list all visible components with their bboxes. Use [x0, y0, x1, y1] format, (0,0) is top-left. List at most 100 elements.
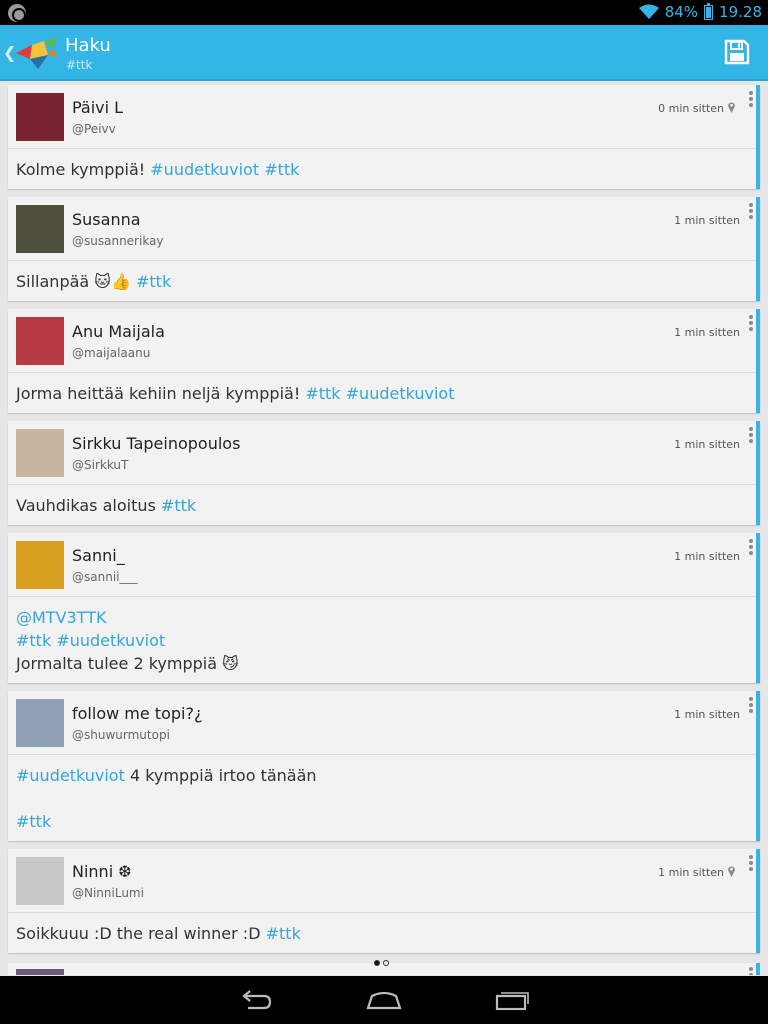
tweet-text: @MTV3TTK #ttk #uudetkuviot Jormalta tulee … — [8, 597, 756, 683]
tweet-timestamp: 1 min sitten — [674, 708, 740, 721]
overflow-menu-icon[interactable] — [748, 91, 754, 111]
hashtag-link[interactable]: #ttk — [305, 384, 340, 403]
avatar[interactable] — [16, 541, 64, 589]
tweet-text-segment: Soikkuuu :D the real winner :D — [16, 924, 266, 943]
overflow-menu-icon[interactable] — [748, 539, 754, 559]
home-icon[interactable] — [366, 988, 402, 1012]
tweet-author-handle[interactable]: @maijalaanu — [72, 346, 150, 360]
tweet-header: Ninni ❆ @NinniLumi 1 min sitten — [8, 849, 756, 913]
overflow-menu-icon[interactable] — [748, 427, 754, 447]
hashtag-link[interactable]: #uudetkuviot — [150, 160, 259, 179]
tweet-author-name[interactable]: Päivi L — [72, 98, 123, 117]
location-pin-icon — [728, 102, 735, 113]
tweet-timestamp: 1 min sitten — [674, 214, 740, 227]
tweet-timestamp: 1 min sitten — [674, 326, 740, 339]
tweet-card[interactable]: Päivi L @Peivv 0 min sitten Kolme kymppiä! … — [8, 85, 760, 189]
overflow-menu-icon[interactable] — [748, 697, 754, 717]
hashtag-link[interactable]: @MTV3TTK — [16, 608, 106, 627]
avatar — [16, 969, 64, 975]
tweet-text: #uudetkuviot 4 kymppiä irtoo tänään #ttk — [8, 755, 756, 841]
tweet-line: @MTV3TTK — [16, 606, 748, 629]
page-title: Haku — [65, 35, 111, 56]
tweet-line: #uudetkuviot 4 kymppiä irtoo tänään — [16, 764, 748, 787]
tweet-text-segment: Jorma heittää kehiin neljä kymppiä! — [16, 384, 306, 403]
battery-percent: 84% — [664, 3, 699, 21]
hashtag-link[interactable]: #ttk — [16, 631, 51, 650]
tweet-line: Soikkuuu :D the real winner :D #ttk — [16, 922, 748, 945]
tweet-line: #ttk #uudetkuviot — [16, 629, 748, 652]
overflow-menu-icon[interactable] — [748, 315, 754, 335]
avatar[interactable] — [16, 429, 64, 477]
action-bar: ❮ Haku #ttk — [0, 25, 768, 81]
save-icon[interactable] — [724, 39, 750, 65]
tweet-text-segment: Sillanpää 🐱👍 — [16, 272, 136, 291]
tweet-author-handle[interactable]: @SirkkuT — [72, 458, 128, 472]
tweet-text-segment: Vauhdikas aloitus — [16, 496, 161, 515]
tweet-timestamp: 1 min sitten — [674, 438, 740, 451]
tweet-card[interactable]: follow me topi?¿ @shuwurmutopi 1 min sitte… — [8, 691, 760, 841]
tweet-author-name[interactable]: Susanna — [72, 210, 141, 229]
avatar[interactable] — [16, 699, 64, 747]
hashtag-link[interactable]: #uudetkuviot — [56, 631, 165, 650]
tweet-card[interactable]: Susanna @susannerikay 1 min sitten Sillanpä… — [8, 197, 760, 301]
tweet-author-handle[interactable]: @susannerikay — [72, 234, 164, 248]
recent-apps-icon[interactable] — [494, 988, 530, 1012]
tweet-text: Kolme kymppiä! #uudetkuviot #ttk — [8, 149, 756, 189]
tweet-header: Sirkku Tapeinopoulos @SirkkuT 1 min sitten — [8, 421, 756, 485]
overflow-menu-icon[interactable] — [748, 855, 754, 875]
tweet-text: Vauhdikas aloitus #ttk — [8, 485, 756, 525]
overflow-menu-icon[interactable] — [748, 203, 754, 223]
tweet-timestamp: 1 min sitten — [674, 550, 740, 563]
hashtag-link[interactable]: #ttk — [264, 160, 299, 179]
tweet-header: Anu Maijala @maijalaanu 1 min sitten — [8, 309, 756, 373]
wifi-icon — [638, 4, 659, 19]
tweet-author-handle[interactable]: @Peivv — [72, 122, 116, 136]
tweet-text: Jorma heittää kehiin neljä kymppiä! #ttk… — [8, 373, 756, 413]
hashtag-link[interactable]: #ttk — [136, 272, 171, 291]
hashtag-link[interactable]: #uudetkuviot — [16, 766, 125, 785]
tweet-author-name[interactable]: Sirkku Tapeinopoulos — [72, 434, 240, 453]
tweet-card[interactable]: Sirkku Tapeinopoulos @SirkkuT 1 min sitten… — [8, 421, 760, 525]
tweet-text-segment: 4 kymppiä irtoo tänään — [124, 766, 317, 785]
tweet-card[interactable]: Anu Maijala @maijalaanu 1 min sitten Jorma … — [8, 309, 760, 413]
hashtag-link[interactable]: #ttk — [161, 496, 196, 515]
app-logo-bird-icon[interactable] — [14, 35, 60, 71]
status-bar: 84% 19.28 — [0, 0, 768, 25]
tweet-header: follow me topi?¿ @shuwurmutopi 1 min sitte… — [8, 691, 756, 755]
page-subtitle: #ttk — [66, 58, 93, 72]
tweet-line: Kolme kymppiä! #uudetkuviot #ttk — [16, 158, 748, 181]
hashtag-link[interactable]: #ttk — [266, 924, 301, 943]
tweet-line: Sillanpää 🐱👍 #ttk — [16, 270, 748, 293]
tweet-author-name[interactable]: follow me topi?¿ — [72, 704, 202, 723]
tweet-line: Jorma heittää kehiin neljä kymppiä! #ttk… — [16, 382, 748, 405]
tweet-header: Päivi L @Peivv 0 min sitten — [8, 85, 756, 149]
avatar[interactable] — [16, 317, 64, 365]
status-right: 84% 19.28 — [638, 2, 762, 21]
tweet-author-handle[interactable]: @NinniLumi — [72, 886, 144, 900]
tweet-text-segment: Jormalta tulee 2 kymppiä 😼 — [16, 654, 239, 673]
tweet-timestamp: 1 min sitten — [658, 866, 724, 879]
battery-icon — [704, 2, 714, 20]
tweet-author-name[interactable]: Ninni ❆ — [72, 862, 132, 881]
back-icon[interactable] — [238, 988, 274, 1012]
avatar[interactable] — [16, 93, 64, 141]
notification-icon — [8, 4, 26, 22]
tweet-card[interactable]: Sanni_ @sannii___ 1 min sitten @MTV3TTK #ttk… — [8, 533, 760, 683]
avatar[interactable] — [16, 857, 64, 905]
tweet-header: Susanna @susannerikay 1 min sitten — [8, 197, 756, 261]
tweet-line: Jormalta tulee 2 kymppiä 😼 — [16, 652, 748, 675]
tweet-author-handle[interactable]: @shuwurmutopi — [72, 728, 170, 742]
tweet-author-name[interactable]: Anu Maijala — [72, 322, 165, 341]
tweet-line: Vauhdikas aloitus #ttk — [16, 494, 748, 517]
tweet-author-handle[interactable]: @sannii___ — [72, 570, 137, 584]
page-indicator — [374, 960, 389, 966]
hashtag-link[interactable]: #ttk — [16, 812, 51, 831]
hashtag-link[interactable]: #uudetkuviot — [346, 384, 455, 403]
tweet-card[interactable]: Ninni ❆ @NinniLumi 1 min sitten Soikkuuu :D… — [8, 849, 760, 953]
tweet-author-name[interactable]: Sanni_ — [72, 546, 125, 565]
avatar[interactable] — [16, 205, 64, 253]
overflow-menu-icon[interactable] — [748, 967, 754, 975]
page-dot — [383, 960, 389, 966]
tweet-feed: Päivi L @Peivv 0 min sitten Kolme kymppiä! … — [8, 85, 760, 961]
